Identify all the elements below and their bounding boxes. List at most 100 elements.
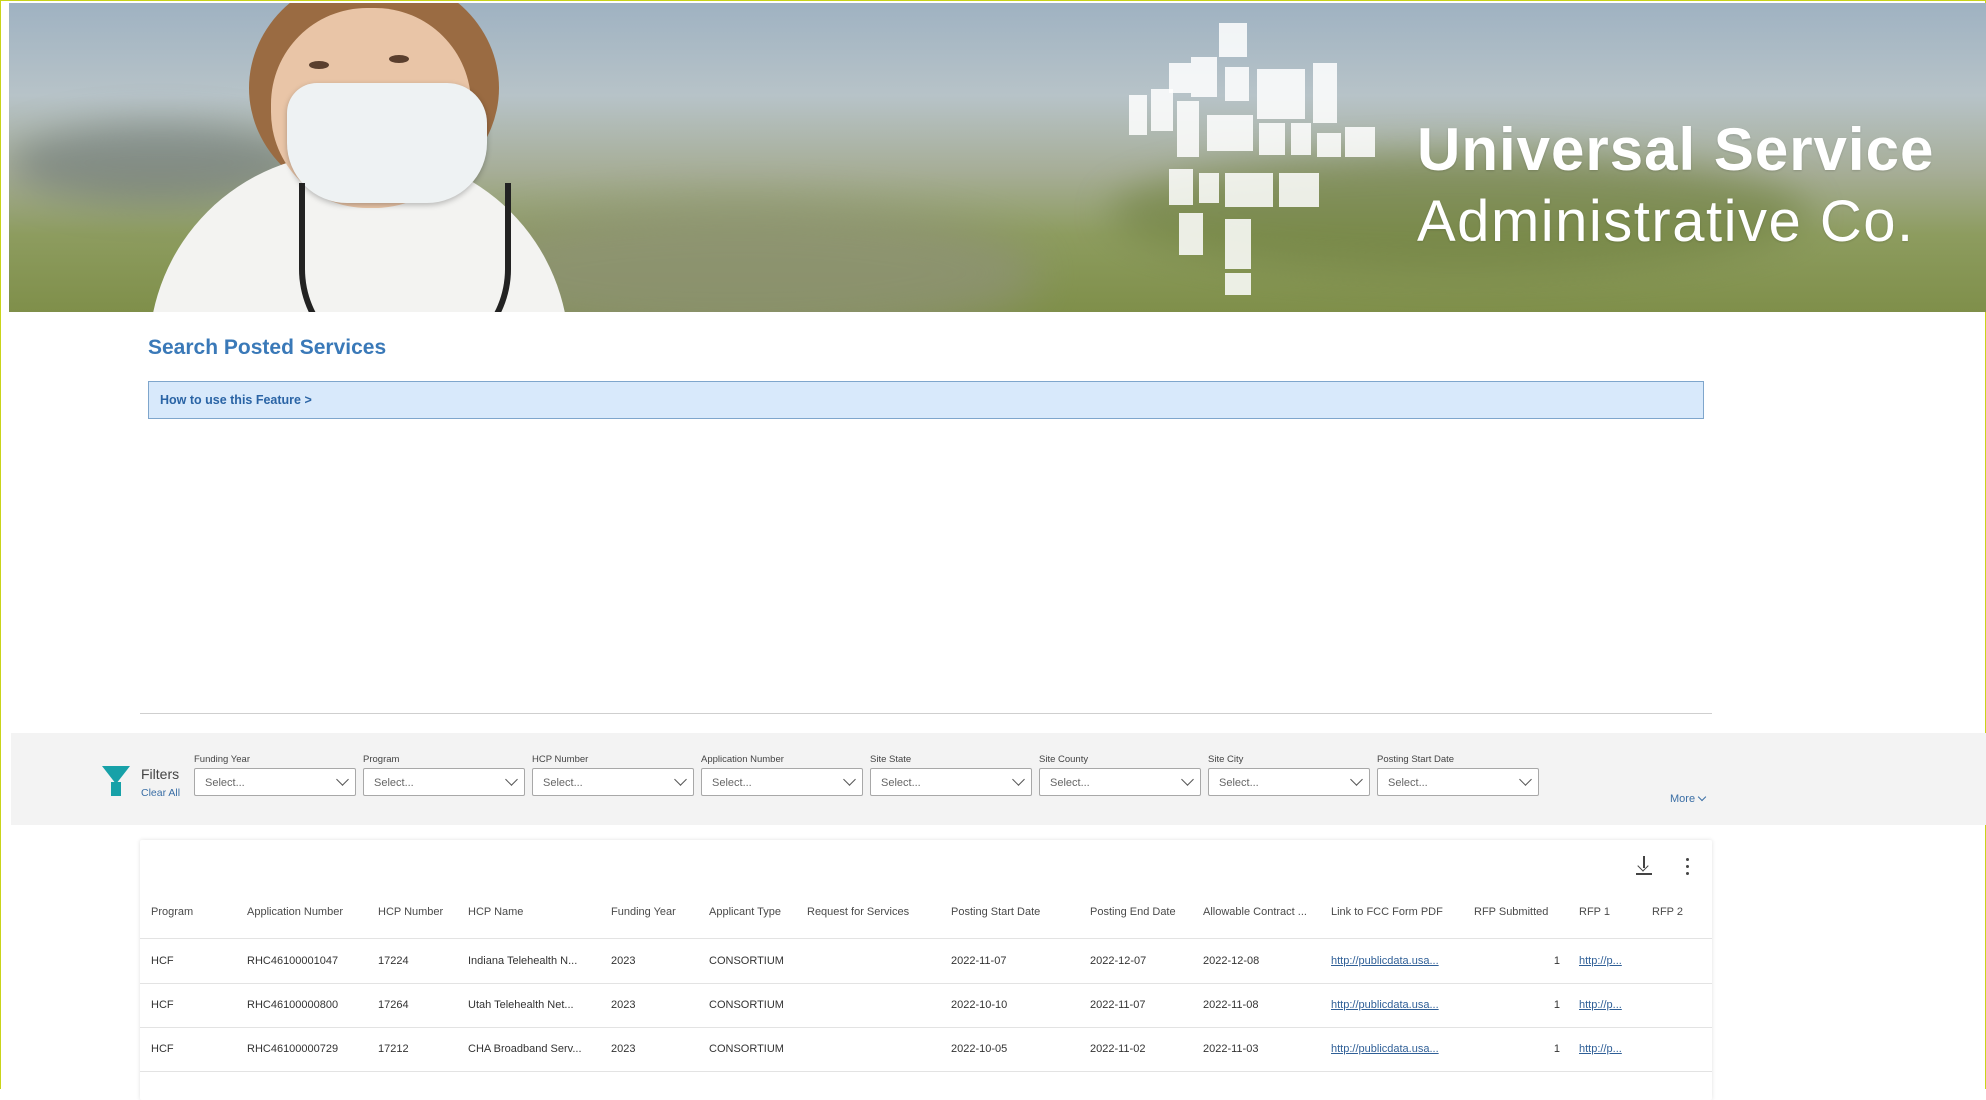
select-placeholder: Select... — [1050, 777, 1090, 789]
chevron-down-icon — [1012, 773, 1025, 786]
rfp1-link[interactable]: http://p... — [1579, 999, 1622, 1011]
filter-program: Program Select... — [363, 754, 525, 796]
row-divider — [140, 1027, 1712, 1028]
cell-hcp-name: Utah Telehealth Net... — [468, 999, 574, 1011]
cell-hcp-name: Indiana Telehealth N... — [468, 955, 578, 967]
cell-posting-end-date: 2022-11-07 — [1090, 999, 1146, 1011]
banner-person-eye — [389, 55, 409, 63]
fcc-form-pdf-link[interactable]: http://publicdata.usa... — [1331, 999, 1457, 1011]
column-header[interactable]: RFP 1 — [1579, 906, 1610, 918]
filter-label: Program — [363, 754, 400, 765]
filter-site-county: Site County Select... — [1039, 754, 1201, 796]
banner-stethoscope — [299, 183, 511, 312]
cell-posting-start-date: 2022-10-05 — [951, 1043, 1008, 1055]
cell-posting-end-date: 2022-12-07 — [1090, 955, 1147, 967]
column-header[interactable]: Request for Services — [807, 906, 909, 918]
row-divider — [140, 983, 1712, 984]
more-filters-button[interactable]: More — [1670, 792, 1707, 805]
cell-program: HCF — [151, 955, 174, 967]
how-to-use-panel[interactable]: How to use this Feature > — [148, 381, 1704, 419]
usac-logo-text-line1: Universal Service — [1417, 116, 1935, 183]
cell-program: HCF — [151, 999, 174, 1011]
cell-rfp-submitted: 1 — [1553, 999, 1560, 1011]
filter-funding-year: Funding Year Select... — [194, 754, 356, 796]
column-header[interactable]: Application Number — [247, 906, 343, 918]
filter-label: Site County — [1039, 754, 1089, 765]
section-divider — [140, 713, 1712, 714]
rfp1-link[interactable]: http://p... — [1579, 1043, 1622, 1055]
cell-hcp-name: CHA Broadband Serv... — [468, 1043, 582, 1055]
cell-hcp-number: 17212 — [378, 1043, 409, 1055]
column-header[interactable]: HCP Number — [378, 906, 443, 918]
row-divider — [140, 938, 1712, 939]
select-placeholder: Select... — [1388, 777, 1428, 789]
filter-posting-start-date: Posting Start Date Select... — [1377, 754, 1539, 796]
cell-hcp-number: 17264 — [378, 999, 409, 1011]
banner-person-eye — [309, 61, 329, 69]
select-placeholder: Select... — [205, 777, 245, 789]
filters-label: Filters — [141, 766, 180, 782]
site-state-select[interactable]: Select... — [870, 768, 1032, 796]
filter-label: Posting Start Date — [1377, 754, 1455, 765]
how-to-use-link[interactable]: How to use this Feature > — [160, 393, 312, 407]
select-placeholder: Select... — [374, 777, 414, 789]
column-header[interactable]: RFP Submitted — [1474, 906, 1548, 918]
site-county-select[interactable]: Select... — [1039, 768, 1201, 796]
column-header[interactable]: Allowable Contract ... — [1203, 906, 1315, 918]
cell-program: HCF — [151, 1043, 174, 1055]
more-vertical-icon[interactable] — [1678, 856, 1698, 878]
filter-label: HCP Number — [532, 754, 589, 765]
cell-funding-year: 2023 — [611, 1043, 636, 1055]
usac-logo-mark — [1129, 23, 1389, 303]
column-header[interactable]: Funding Year — [611, 906, 676, 918]
site-city-select[interactable]: Select... — [1208, 768, 1370, 796]
column-header[interactable]: HCP Name — [468, 906, 523, 918]
cell-allowable-contract: 2022-12-08 — [1203, 955, 1260, 967]
filter-hcp-number: HCP Number Select... — [532, 754, 694, 796]
hcp-number-select[interactable]: Select... — [532, 768, 694, 796]
program-select[interactable]: Select... — [363, 768, 525, 796]
fcc-form-pdf-link[interactable]: http://publicdata.usa... — [1331, 1043, 1457, 1055]
row-divider — [140, 1071, 1712, 1072]
cell-posting-end-date: 2022-11-02 — [1090, 1043, 1146, 1055]
hero-banner: Universal Service Administrative Co. — [9, 3, 1986, 312]
cell-posting-start-date: 2022-10-10 — [951, 999, 1008, 1011]
chevron-down-icon — [1350, 773, 1363, 786]
select-placeholder: Select... — [543, 777, 583, 789]
chevron-down-icon — [505, 773, 518, 786]
column-header[interactable]: Program — [151, 906, 193, 918]
cell-allowable-contract: 2022-11-03 — [1203, 1043, 1259, 1055]
select-placeholder: Select... — [712, 777, 752, 789]
chevron-down-icon — [1697, 792, 1707, 802]
cell-applicant-type: CONSORTIUM — [709, 1043, 784, 1055]
column-header[interactable]: Applicant Type — [709, 906, 781, 918]
cell-application-number: RHC46100000729 — [247, 1043, 339, 1055]
download-icon[interactable] — [1634, 856, 1654, 878]
column-header[interactable]: RFP 2 — [1652, 906, 1683, 918]
column-header[interactable]: Posting End Date — [1090, 906, 1176, 918]
cell-rfp-submitted: 1 — [1553, 955, 1560, 967]
page-title: Search Posted Services — [148, 336, 387, 359]
posting-start-date-select[interactable]: Select... — [1377, 768, 1539, 796]
filter-label: Application Number — [701, 754, 784, 765]
filter-label: Funding Year — [194, 754, 250, 765]
cell-application-number: RHC46100001047 — [247, 955, 339, 967]
results-table — [140, 840, 1712, 1100]
chevron-down-icon — [1519, 773, 1532, 786]
column-header[interactable]: Posting Start Date — [951, 906, 1040, 918]
cell-applicant-type: CONSORTIUM — [709, 955, 784, 967]
funnel-icon-stem — [111, 782, 121, 796]
filter-label: Site City — [1208, 754, 1244, 765]
rfp1-link[interactable]: http://p... — [1579, 955, 1622, 967]
cell-funding-year: 2023 — [611, 999, 636, 1011]
filter-label: Site State — [870, 754, 912, 765]
funding-year-select[interactable]: Select... — [194, 768, 356, 796]
application-number-select[interactable]: Select... — [701, 768, 863, 796]
filter-site-state: Site State Select... — [870, 754, 1032, 796]
chevron-down-icon — [336, 773, 349, 786]
cell-rfp-submitted: 1 — [1553, 1043, 1560, 1055]
select-placeholder: Select... — [1219, 777, 1259, 789]
clear-all-link[interactable]: Clear All — [141, 787, 180, 799]
fcc-form-pdf-link[interactable]: http://publicdata.usa... — [1331, 955, 1457, 967]
column-header[interactable]: Link to FCC Form PDF — [1331, 906, 1443, 918]
